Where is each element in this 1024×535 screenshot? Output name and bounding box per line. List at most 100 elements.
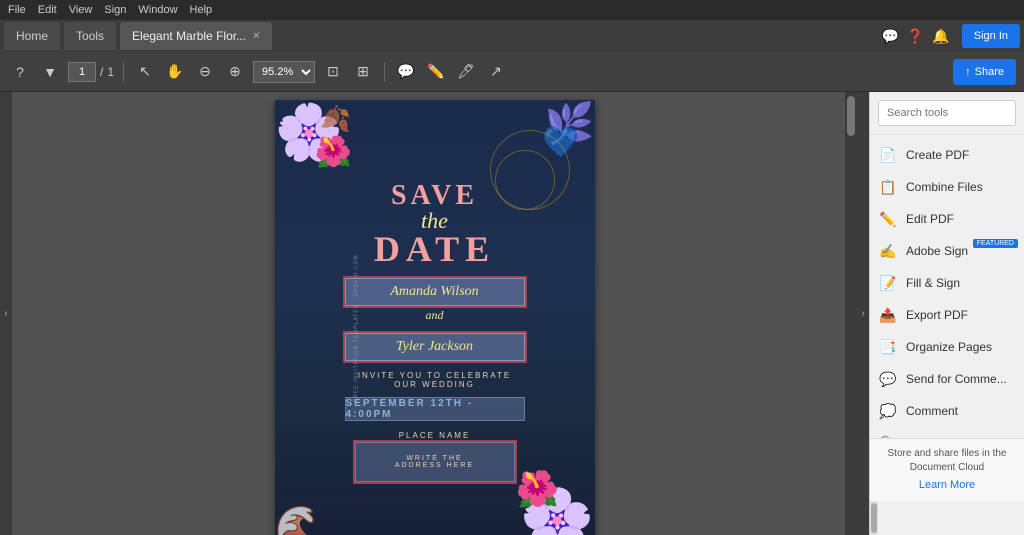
- invite-text: INVITE YOU TO CELEBRATE OUR WEDDING: [358, 371, 511, 389]
- signin-label: Sign In: [974, 30, 1008, 42]
- share-toolbar-icon[interactable]: ↗: [484, 60, 508, 84]
- learn-more-link[interactable]: Learn More: [919, 479, 975, 491]
- tab-tools[interactable]: Tools: [64, 22, 116, 50]
- comment-toolbar-icon[interactable]: 💬: [394, 60, 418, 84]
- tab-home[interactable]: Home: [4, 22, 60, 50]
- organize-pages-label: Organize Pages: [906, 340, 992, 354]
- scroll-thumb[interactable]: [847, 96, 855, 136]
- help-icon[interactable]: ❓: [907, 28, 924, 45]
- right-scrollbar[interactable]: [870, 501, 878, 535]
- signin-button[interactable]: Sign In: [962, 24, 1020, 48]
- tool-fill-sign[interactable]: 📝 Fill & Sign: [870, 267, 1024, 299]
- tool-edit-pdf[interactable]: ✏️ Edit PDF: [870, 203, 1024, 235]
- tab-close-icon[interactable]: ✕: [252, 31, 260, 42]
- tabbar: Home Tools Elegant Marble Flor... ✕ 💬 ❓ …: [0, 20, 1024, 52]
- left-panel-collapse[interactable]: ‹: [0, 92, 12, 535]
- name1-text: Amanda Wilson: [390, 284, 478, 300]
- featured-badge: FEATURED: [973, 239, 1018, 248]
- stamp-icon[interactable]: 🖊: [454, 60, 478, 84]
- and-text: and: [426, 308, 444, 323]
- name2-box[interactable]: Tyler Jackson: [345, 333, 525, 361]
- page-nav: / 1: [68, 62, 114, 82]
- right-scroll-thumb[interactable]: [871, 503, 877, 533]
- tool-export-pdf[interactable]: 📤 Export PDF: [870, 299, 1024, 331]
- menu-file[interactable]: File: [8, 4, 26, 16]
- help-toolbar-icon[interactable]: ?: [8, 60, 32, 84]
- send-comment-label: Send for Comme...: [906, 372, 1007, 386]
- tool-scan-ocr[interactable]: 🔍 Scan & OCR: [870, 427, 1024, 438]
- scan-ocr-label: Scan & OCR: [906, 436, 975, 438]
- rotate-icon[interactable]: ⊞: [351, 60, 375, 84]
- tool-organize-pages[interactable]: 📑 Organize Pages: [870, 331, 1024, 363]
- toolbar-sep-1: [123, 62, 124, 82]
- right-panel-collapse[interactable]: ›: [857, 92, 869, 535]
- hand-tool-icon[interactable]: ✋: [163, 60, 187, 84]
- event-date-box: SEPTEMBER 12TH - 4:00PM: [345, 397, 525, 421]
- invite-line2: OUR WEDDING: [394, 380, 475, 389]
- event-date-text: SEPTEMBER 12TH - 4:00PM: [346, 398, 524, 420]
- share-icon: ↑: [965, 66, 971, 78]
- address-line1: WRITE THE: [406, 455, 462, 462]
- tool-combine-files[interactable]: 📋 Combine Files: [870, 171, 1024, 203]
- send-comment-icon: 💬: [878, 369, 898, 389]
- place-name-text: PLACE NAME: [399, 431, 471, 440]
- tab-document[interactable]: Elegant Marble Flor... ✕: [120, 22, 272, 50]
- cursor-tool-icon[interactable]: ↖: [133, 60, 157, 84]
- pdf-page: 🌸 🌺 🍂 🌿 💙 🌸 🌺 🌊 FREE INVITATION TEMPLATE…: [275, 100, 595, 535]
- name2-text: Tyler Jackson: [396, 339, 473, 355]
- tab-home-label: Home: [16, 29, 48, 43]
- edit-pdf-label: Edit PDF: [906, 212, 954, 226]
- comment-icon: 💭: [878, 401, 898, 421]
- menu-view[interactable]: View: [69, 4, 93, 16]
- page-separator: /: [100, 65, 103, 79]
- tool-comment[interactable]: 💭 Comment: [870, 395, 1024, 427]
- tool-create-pdf[interactable]: 📄 Create PDF: [870, 139, 1024, 171]
- zoom-select[interactable]: 95.2% 100% 75% 50%: [253, 61, 315, 83]
- comment-label: Comment: [906, 404, 958, 418]
- combine-files-label: Combine Files: [906, 180, 983, 194]
- menu-help[interactable]: Help: [190, 4, 213, 16]
- doc-scrollbar[interactable]: [845, 92, 857, 535]
- combine-files-icon: 📋: [878, 177, 898, 197]
- address-line2: ADDRESS HERE: [395, 462, 474, 469]
- right-panel: 📄 Create PDF 📋 Combine Files ✏️ Edit PDF…: [869, 92, 1024, 535]
- export-pdf-icon: 📤: [878, 305, 898, 325]
- notifications-icon[interactable]: 🔔: [932, 28, 949, 45]
- prev-page-icon[interactable]: ▼: [38, 60, 62, 84]
- zoom-out-icon[interactable]: ⊖: [193, 60, 217, 84]
- create-pdf-icon: 📄: [878, 145, 898, 165]
- menu-sign[interactable]: Sign: [104, 4, 126, 16]
- main-area: ‹ 🌸 🌺 🍂 🌿 💙 🌸 🌺: [0, 92, 1024, 535]
- export-pdf-label: Export PDF: [906, 308, 968, 322]
- share-label: Share: [975, 66, 1004, 78]
- draw-icon[interactable]: ✏️: [424, 60, 448, 84]
- search-tools-input[interactable]: [878, 100, 1016, 126]
- date-text: DATE: [374, 228, 495, 270]
- tools-list: 📄 Create PDF 📋 Combine Files ✏️ Edit PDF…: [870, 135, 1024, 438]
- page-total: 1: [107, 65, 114, 79]
- chat-icon[interactable]: 💬: [881, 28, 898, 45]
- tool-send-comment[interactable]: 💬 Send for Comme...: [870, 363, 1024, 395]
- search-tools-container: [870, 92, 1024, 135]
- tab-tools-label: Tools: [76, 29, 104, 43]
- organize-pages-icon: 📑: [878, 337, 898, 357]
- edit-pdf-icon: ✏️: [878, 209, 898, 229]
- fill-sign-icon: 📝: [878, 273, 898, 293]
- adobe-sign-label: Adobe Sign: [906, 244, 968, 258]
- cloud-text: Store and share files in the Document Cl…: [878, 447, 1016, 475]
- menu-window[interactable]: Window: [138, 4, 177, 16]
- page-number-input[interactable]: [68, 62, 96, 82]
- adobe-sign-icon: ✍️: [878, 241, 898, 261]
- tool-adobe-sign[interactable]: ✍️ Adobe Sign FEATURED: [870, 235, 1024, 267]
- address-box[interactable]: WRITE THE ADDRESS HERE: [355, 442, 515, 482]
- create-pdf-label: Create PDF: [906, 148, 969, 162]
- zoom-in-icon[interactable]: ⊕: [223, 60, 247, 84]
- menubar: File Edit View Sign Window Help: [0, 0, 1024, 20]
- name1-box[interactable]: Amanda Wilson: [345, 278, 525, 306]
- pdf-content: SAVE the DATE Amanda Wilson and Tyler Ja…: [275, 100, 595, 535]
- menu-edit[interactable]: Edit: [38, 4, 57, 16]
- fit-page-icon[interactable]: ⊡: [321, 60, 345, 84]
- address-section: PLACE NAME WRITE THE ADDRESS HERE: [355, 431, 515, 482]
- share-button[interactable]: ↑ Share: [953, 59, 1016, 85]
- toolbar: ? ▼ / 1 ↖ ✋ ⊖ ⊕ 95.2% 100% 75% 50% ⊡ ⊞ 💬…: [0, 52, 1024, 92]
